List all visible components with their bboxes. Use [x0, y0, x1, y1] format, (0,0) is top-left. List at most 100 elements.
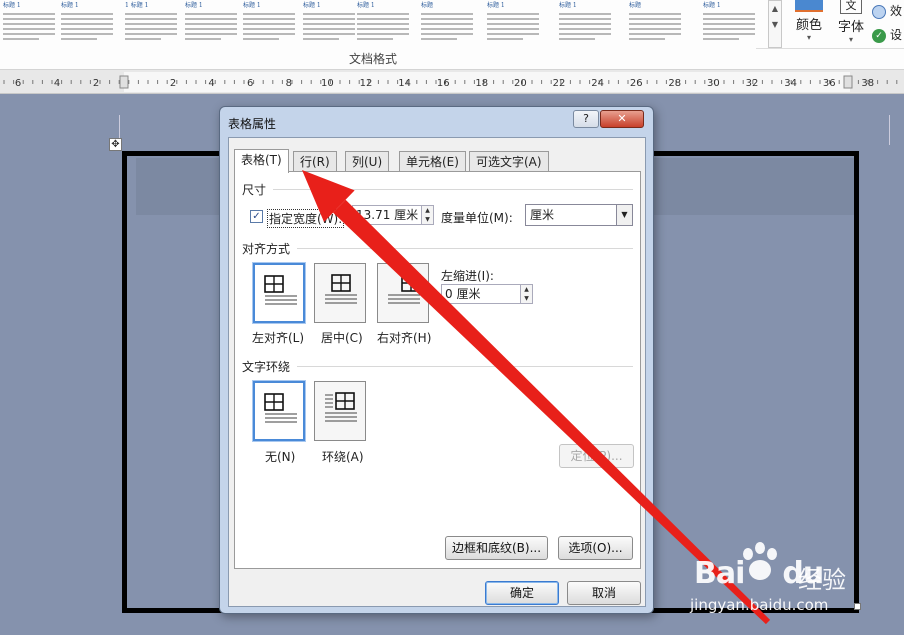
- dialog-body: 表格(T) 行(R) 列(U) 单元格(E) 可选文字(A) 尺寸 ✓ 指定宽度…: [228, 137, 646, 607]
- help-button[interactable]: ?: [573, 110, 599, 128]
- style-thumbnail-line: [3, 28, 55, 30]
- theme-fonts-button[interactable]: 文 字体 ▾: [834, 0, 868, 44]
- style-thumbnail-line: [185, 23, 237, 25]
- style-thumbnail-title: 标题 1: [487, 2, 505, 9]
- style-thumbnail-line: [629, 23, 681, 25]
- theme-colors-button[interactable]: 颜色 ▾: [786, 0, 832, 44]
- size-section-heading: 尺寸: [242, 183, 267, 197]
- style-thumbnail-line: [125, 23, 177, 25]
- preferred-width-label[interactable]: 指定宽度(W):: [267, 209, 345, 228]
- style-thumbnail[interactable]: 标题 1: [484, 0, 542, 46]
- ruler-tick-label: 2: [170, 78, 176, 89]
- style-thumbnail[interactable]: 标题 1: [700, 0, 758, 46]
- table-resize-handle[interactable]: [854, 603, 861, 610]
- chevron-down-icon[interactable]: ▼: [616, 205, 632, 225]
- style-thumbnail-line: [357, 23, 409, 25]
- wrap-around-label: 环绕(A): [322, 450, 364, 464]
- style-thumbnail[interactable]: 标题 1: [58, 0, 116, 46]
- effects-button[interactable]: 效: [872, 2, 902, 19]
- align-left-option[interactable]: [253, 263, 305, 323]
- ruler-tick-label: 26: [630, 78, 643, 89]
- style-thumbnail-line: [629, 13, 681, 15]
- style-thumbnail-line: [357, 18, 409, 20]
- theme-fonts-label: 字体: [837, 20, 864, 35]
- style-thumbnail-line: [629, 28, 681, 30]
- tab-row[interactable]: 行(R): [293, 151, 337, 172]
- tab-alt-text[interactable]: 可选文字(A): [469, 151, 549, 172]
- wrap-none-option[interactable]: [253, 381, 305, 441]
- style-thumbnail-title: 标题 1: [61, 2, 79, 9]
- set-as-default-button[interactable]: ✓ 设: [872, 26, 902, 43]
- style-thumbnail-line: [421, 23, 473, 25]
- style-thumbnail-line: [125, 28, 177, 30]
- style-thumbnail-line: [125, 33, 177, 35]
- preferred-width-checkbox[interactable]: ✓: [250, 210, 263, 223]
- ruler-tick-label: 22: [553, 78, 566, 89]
- style-thumbnail[interactable]: 标题: [418, 0, 476, 46]
- ruler-tick-label: 14: [398, 78, 411, 89]
- style-thumbnail-line: [61, 33, 113, 35]
- ruler-tick-label: 30: [707, 78, 720, 89]
- ruler-tick-label: 8: [286, 78, 292, 89]
- tab-cell[interactable]: 单元格(E): [399, 151, 466, 172]
- measure-in-select[interactable]: 厘米 ▼: [525, 204, 633, 226]
- style-thumbnail-line: [125, 38, 162, 40]
- style-thumbnail-line: [357, 38, 394, 40]
- style-thumbnail-line: [61, 13, 113, 15]
- options-button[interactable]: 选项(O)...: [558, 536, 633, 560]
- style-thumbnail-title: 1 标题 1: [125, 2, 149, 9]
- chevron-down-icon: ▾: [806, 33, 811, 42]
- table-move-handle[interactable]: ✥: [109, 138, 122, 151]
- style-thumbnail-line: [243, 33, 295, 35]
- preferred-width-spinner[interactable]: ▲ ▼: [421, 205, 434, 225]
- indent-left-spinner[interactable]: ▲ ▼: [520, 284, 533, 304]
- section-divider: [297, 366, 633, 367]
- style-thumbnail-line: [303, 23, 355, 25]
- font-glyph-icon: 文: [840, 0, 862, 14]
- ruler-tick-label: 4: [54, 78, 60, 89]
- style-thumbnail[interactable]: 标题 1: [354, 0, 412, 46]
- tab-table[interactable]: 表格(T): [234, 149, 289, 173]
- style-thumbnail-title: 标题 1: [559, 2, 577, 9]
- align-right-option[interactable]: [377, 263, 429, 323]
- align-right-icon: [388, 274, 421, 304]
- style-thumbnail-line: [629, 33, 681, 35]
- cancel-button[interactable]: 取消: [567, 581, 641, 605]
- style-thumbnail-line: [559, 18, 611, 20]
- tab-column[interactable]: 列(U): [345, 151, 390, 172]
- borders-and-shading-button[interactable]: 边框和底纹(B)...: [445, 536, 548, 560]
- style-thumbnail[interactable]: 标题 1: [300, 0, 358, 46]
- indent-left-input[interactable]: 0 厘米: [441, 284, 521, 304]
- style-thumbnail[interactable]: 标题 1: [182, 0, 240, 46]
- horizontal-ruler[interactable]: 6 4 2 2 4 6 8 10 12 14 16 18 20 22 24 26 28 30 32 34 36 38: [0, 70, 904, 94]
- style-thumbnail-line: [303, 33, 355, 35]
- ok-button[interactable]: 确定: [485, 581, 559, 605]
- style-thumbnail-line: [487, 28, 539, 30]
- preferred-width-input[interactable]: 13.71 厘米: [352, 205, 422, 225]
- style-thumbnail-line: [703, 23, 755, 25]
- style-thumbnail-line: [629, 38, 666, 40]
- gallery-scroll-button[interactable]: ▲ ▼: [768, 0, 782, 48]
- column-marker[interactable]: [119, 75, 129, 89]
- wrap-around-option[interactable]: [314, 381, 366, 441]
- style-thumbnail-line: [421, 38, 458, 40]
- style-thumbnail[interactable]: 标题 1: [556, 0, 614, 46]
- style-thumbnail[interactable]: 1 标题 1: [122, 0, 180, 46]
- style-thumbnail-line: [185, 13, 237, 15]
- ruler-tick-label: 32: [746, 78, 759, 89]
- style-thumbnail-line: [559, 13, 611, 15]
- style-thumbnail[interactable]: 标题 1: [240, 0, 298, 46]
- column-marker[interactable]: [843, 75, 853, 89]
- style-thumbnail-line: [357, 13, 409, 15]
- style-thumbnail[interactable]: 标题 1: [0, 0, 58, 46]
- dialog-titlebar[interactable]: 表格属性 ? ✕: [220, 107, 653, 137]
- style-thumbnail[interactable]: 标题: [626, 0, 684, 46]
- align-center-option[interactable]: [314, 263, 366, 323]
- style-thumbnail-line: [703, 38, 740, 40]
- style-thumbnail-title: 标题 1: [243, 2, 261, 9]
- tab-panel-table: 尺寸 ✓ 指定宽度(W): 13.71 厘米 ▲ ▼ 度量单位(M): 厘米 ▼ …: [234, 171, 641, 569]
- positioning-button[interactable]: 定位(P)...: [559, 444, 634, 468]
- style-thumbnail-line: [559, 28, 611, 30]
- close-button[interactable]: ✕: [600, 110, 644, 128]
- style-thumbnail-line: [185, 18, 237, 20]
